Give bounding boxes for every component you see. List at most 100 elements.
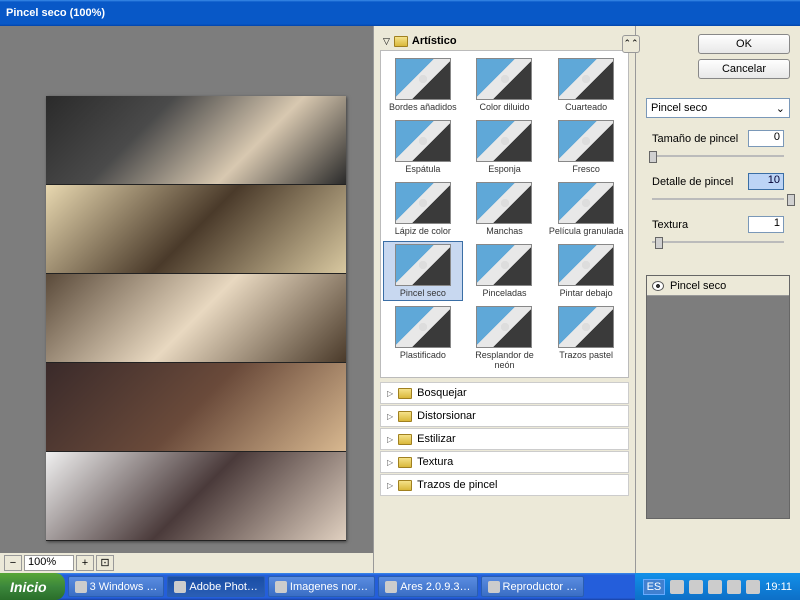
- taskbar-app-button[interactable]: Adobe Phot…: [167, 576, 265, 597]
- triangle-down-icon: ▽: [383, 36, 390, 47]
- filter-thumbnail-item[interactable]: Esponja: [465, 117, 545, 177]
- zoom-in-button[interactable]: +: [76, 555, 94, 571]
- filter-thumb-icon: [476, 58, 532, 100]
- filter-thumbnail-item[interactable]: Resplandor de neón: [465, 303, 545, 373]
- category-row[interactable]: ▷ Trazos de pincel: [380, 474, 629, 496]
- param-row: Tamaño de pincel0: [646, 130, 790, 147]
- filter-thumbnail-item[interactable]: Color diluido: [465, 55, 545, 115]
- filter-thumbnail-item[interactable]: Bordes añadidos: [383, 55, 463, 115]
- taskbar-app-button[interactable]: 3 Windows …: [68, 576, 165, 597]
- param-slider[interactable]: [646, 235, 790, 249]
- filter-thumb-icon: [476, 182, 532, 224]
- zoom-out-button[interactable]: −: [4, 555, 22, 571]
- filter-label: Película granulada: [547, 226, 625, 236]
- filter-thumbnail-item[interactable]: Plastificado: [383, 303, 463, 373]
- folder-icon: [398, 411, 412, 422]
- filter-dropdown[interactable]: Pincel seco ⌄: [646, 98, 790, 118]
- category-row[interactable]: ▷ Textura: [380, 451, 629, 473]
- window-titlebar: Pincel seco (100%): [0, 0, 800, 26]
- preview-image-strip: [46, 96, 346, 185]
- filter-thumbnail-item[interactable]: Trazos pastel: [546, 303, 626, 373]
- eye-icon[interactable]: [652, 281, 664, 291]
- category-row[interactable]: ▷Distorsionar: [380, 405, 629, 427]
- preview-panel: − 100% + ⊡: [0, 26, 374, 573]
- taskbar-app-button[interactable]: Ares 2.0.9.3…: [378, 576, 477, 597]
- filter-thumbnail-item[interactable]: Pinceladas: [465, 241, 545, 301]
- filter-label: Resplandor de neón: [466, 350, 544, 370]
- filter-thumb-icon: [558, 120, 614, 162]
- param-slider[interactable]: [646, 149, 790, 163]
- taskbar-app-label: Adobe Phot…: [189, 581, 258, 593]
- cancel-button[interactable]: Cancelar: [698, 59, 790, 79]
- language-indicator[interactable]: ES: [643, 579, 666, 595]
- filter-thumb-icon: [558, 306, 614, 348]
- clock[interactable]: 19:11: [765, 581, 792, 593]
- param-value-input[interactable]: 1: [748, 216, 784, 233]
- filter-label: Plastificado: [384, 350, 462, 360]
- tray-icon[interactable]: [746, 580, 760, 594]
- filter-thumbnail-item[interactable]: Espátula: [383, 117, 463, 177]
- zoom-fit-button[interactable]: ⊡: [96, 555, 114, 571]
- zoom-level-field[interactable]: 100%: [24, 555, 74, 571]
- category-row[interactable]: ▷ Estilizar: [380, 428, 629, 450]
- category-name: Artístico: [412, 35, 457, 47]
- taskbar-app-button[interactable]: Imagenes nor…: [268, 576, 375, 597]
- filter-label: Pintar debajo: [547, 288, 625, 298]
- app-icon: [275, 581, 287, 593]
- ok-button[interactable]: OK: [698, 34, 790, 54]
- taskbar-app-button[interactable]: Reproductor …: [481, 576, 585, 597]
- filter-thumbnail-item[interactable]: Pintar debajo: [546, 241, 626, 301]
- param-value-input[interactable]: 0: [748, 130, 784, 147]
- chevron-down-icon: ⌄: [776, 102, 785, 115]
- filter-thumbnail-item[interactable]: Película granulada: [546, 179, 626, 239]
- slider-thumb[interactable]: [649, 151, 657, 163]
- app-icon: [174, 581, 186, 593]
- window-title: Pincel seco (100%): [6, 7, 105, 19]
- filter-thumbnail-item[interactable]: Fresco: [546, 117, 626, 177]
- tray-icon[interactable]: [727, 580, 741, 594]
- category-label: Estilizar: [417, 433, 456, 445]
- folder-icon: [398, 388, 412, 399]
- preview-canvas[interactable]: [46, 96, 346, 541]
- category-label: Trazos de pincel: [417, 479, 497, 491]
- filter-thumb-icon: [558, 244, 614, 286]
- collapse-categories-button[interactable]: ⌃⌃: [622, 35, 640, 53]
- preview-image-strip: [46, 185, 346, 274]
- filter-label: Pinceladas: [466, 288, 544, 298]
- filter-thumb-icon: [476, 306, 532, 348]
- category-label: Textura: [417, 456, 453, 468]
- param-value-input[interactable]: 10: [748, 173, 784, 190]
- filter-thumb-icon: [395, 120, 451, 162]
- slider-thumb[interactable]: [787, 194, 795, 206]
- filter-thumbnail-item[interactable]: Cuarteado: [546, 55, 626, 115]
- filter-thumbnail-item[interactable]: Manchas: [465, 179, 545, 239]
- filter-label: Pincel seco: [384, 288, 462, 298]
- category-row[interactable]: ▷Bosquejar: [380, 382, 629, 404]
- start-button[interactable]: Inicio: [0, 573, 65, 600]
- filter-dropdown-value: Pincel seco: [651, 102, 707, 114]
- app-icon: [75, 581, 87, 593]
- param-slider[interactable]: [646, 192, 790, 206]
- triangle-right-icon: ▷: [387, 481, 393, 490]
- taskbar-app-label: Imagenes nor…: [290, 581, 368, 593]
- filter-label: Fresco: [547, 164, 625, 174]
- filter-thumb-icon: [476, 120, 532, 162]
- filter-thumb-icon: [558, 58, 614, 100]
- tray-icon[interactable]: [708, 580, 722, 594]
- tray-icon[interactable]: [670, 580, 684, 594]
- tray-icon[interactable]: [689, 580, 703, 594]
- filter-thumbnail-item[interactable]: Pincel seco: [383, 241, 463, 301]
- filter-label: Bordes añadidos: [384, 102, 462, 112]
- triangle-right-icon: ▷: [387, 458, 393, 467]
- taskbar-app-label: 3 Windows …: [90, 581, 158, 593]
- triangle-right-icon: ▷: [387, 435, 393, 444]
- filter-label: Lápiz de color: [384, 226, 462, 236]
- filter-thumb-icon: [395, 244, 451, 286]
- category-header-expanded[interactable]: ▽ Artístico: [380, 32, 629, 50]
- slider-thumb[interactable]: [655, 237, 663, 249]
- filter-thumbnail-item[interactable]: Lápiz de color: [383, 179, 463, 239]
- preview-image-strip: [46, 274, 346, 363]
- filter-thumb-icon: [558, 182, 614, 224]
- filter-label: Esponja: [466, 164, 544, 174]
- effect-layer-row[interactable]: Pincel seco: [647, 276, 789, 296]
